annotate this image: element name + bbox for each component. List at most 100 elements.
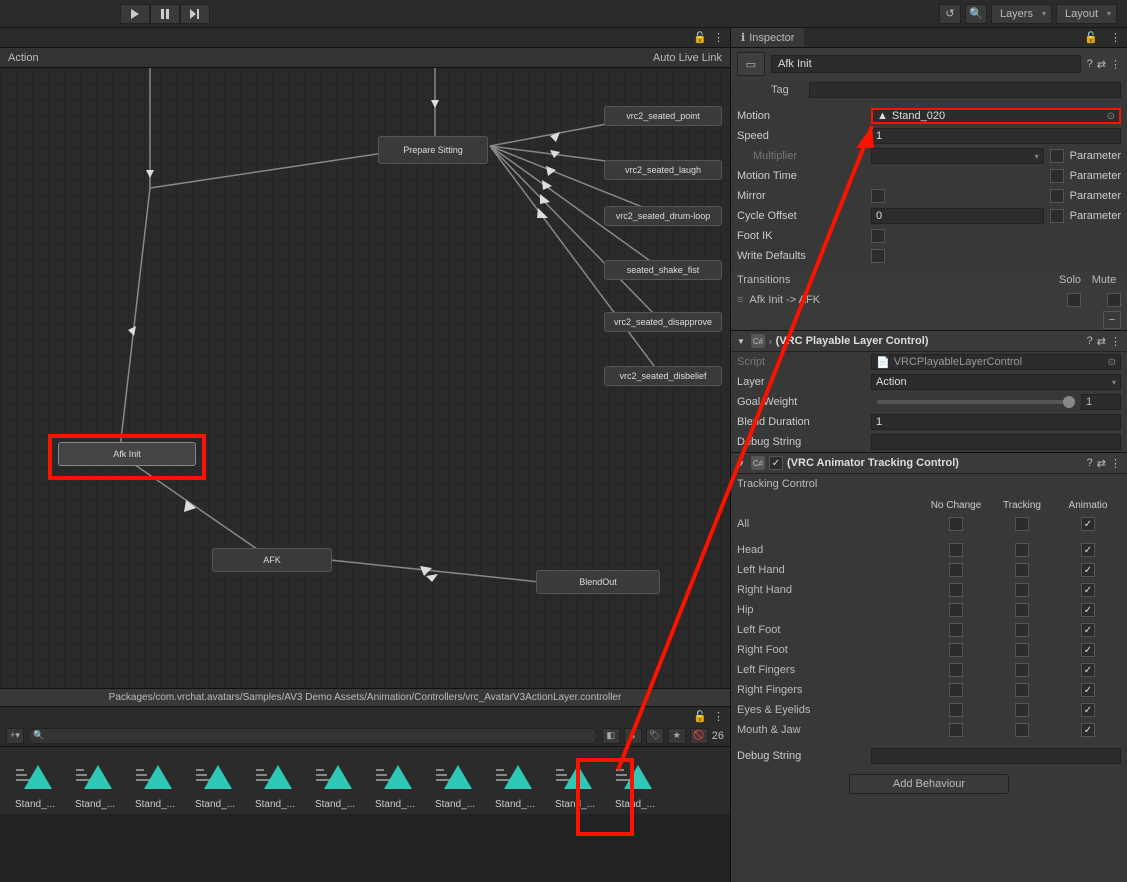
undo-history-icon[interactable]: ↺	[939, 4, 961, 24]
tracking-checkbox[interactable]	[1015, 623, 1029, 637]
write-defaults-checkbox[interactable]	[871, 249, 885, 263]
blend-duration-field[interactable]: 1	[871, 414, 1121, 430]
tracking-checkbox[interactable]: ✓	[1081, 603, 1095, 617]
tracking-checkbox[interactable]	[949, 683, 963, 697]
lock-icon[interactable]: 🔓	[1078, 31, 1104, 44]
remove-transition-button[interactable]: −	[1103, 311, 1121, 329]
asset-item[interactable]: Stand_...	[248, 761, 302, 810]
search-icon[interactable]: 🔍	[965, 4, 987, 24]
node-prepare-sitting[interactable]: Prepare Sitting	[378, 136, 488, 164]
preset-icon[interactable]: ⇄	[1097, 58, 1106, 71]
project-search-input[interactable]	[47, 730, 597, 741]
transition-row[interactable]: ≡ Afk Init -> AFK	[731, 290, 1127, 310]
step-button[interactable]	[180, 4, 210, 24]
lock-icon[interactable]: 🔓	[693, 710, 707, 723]
layout-dropdown[interactable]: Layout	[1056, 4, 1117, 24]
asset-item[interactable]: Stand_...	[488, 761, 542, 810]
tracking-checkbox[interactable]: ✓	[1081, 623, 1095, 637]
motion-field[interactable]: ▲ Stand_020	[871, 108, 1121, 124]
tracking-checkbox[interactable]	[1015, 683, 1029, 697]
tracking-checkbox[interactable]	[1015, 543, 1029, 557]
tracking-checkbox[interactable]: ✓	[1081, 583, 1095, 597]
kebab-icon[interactable]: ⋮	[713, 710, 724, 723]
foldout-icon[interactable]: ▼	[737, 337, 747, 346]
favorite-icon[interactable]: ★	[668, 728, 686, 744]
help-icon[interactable]: ?	[1087, 457, 1093, 469]
asset-item[interactable]: Stand_...	[8, 761, 62, 810]
play-button[interactable]	[120, 4, 150, 24]
tracking-checkbox[interactable]	[949, 623, 963, 637]
mirror-parameter-checkbox[interactable]	[1050, 189, 1064, 203]
inspector-tab[interactable]: ℹ Inspector	[731, 28, 804, 47]
hidden-icon[interactable]: 🚫	[690, 728, 708, 744]
help-icon[interactable]: ?	[1087, 58, 1093, 71]
lock-icon[interactable]: 🔓	[693, 31, 707, 44]
tracking-checkbox[interactable]	[949, 603, 963, 617]
tracking-checkbox[interactable]	[1015, 723, 1029, 737]
mirror-checkbox[interactable]	[871, 189, 885, 203]
tracking-checkbox[interactable]	[949, 723, 963, 737]
transition-mute-checkbox[interactable]	[1107, 293, 1121, 307]
node-seated-laugh[interactable]: vrc2_seated_laugh	[604, 160, 722, 180]
speed-field[interactable]: 1	[871, 128, 1121, 144]
kebab-icon[interactable]: ⋮	[1110, 58, 1121, 71]
motion-time-parameter-checkbox[interactable]	[1050, 169, 1064, 183]
goal-weight-slider[interactable]	[877, 400, 1075, 404]
node-seated-disbelief[interactable]: vrc2_seated_disbelief	[604, 366, 722, 386]
layers-dropdown[interactable]: Layers	[991, 4, 1052, 24]
asset-item[interactable]: Stand_...	[188, 761, 242, 810]
tracking-checkbox[interactable]: ✓	[1081, 663, 1095, 677]
kebab-icon[interactable]: ⋮	[1110, 335, 1121, 348]
help-icon[interactable]: ?	[1087, 335, 1093, 347]
component-header-playable-layer[interactable]: ▼ C# › (VRC Playable Layer Control) ? ⇄ …	[731, 330, 1127, 352]
project-search[interactable]	[28, 728, 598, 744]
animator-layer-tab[interactable]: Action	[8, 52, 39, 64]
tracking-checkbox[interactable]	[949, 663, 963, 677]
animator-graph-canvas[interactable]: Prepare Sitting Afk Init AFK BlendOut vr…	[0, 68, 730, 688]
tracking-checkbox[interactable]: ✓	[1081, 683, 1095, 697]
tracking-checkbox[interactable]: ✓	[1081, 543, 1095, 557]
node-seated-disapprove[interactable]: vrc2_seated_disapprove	[604, 312, 722, 332]
tracking-checkbox[interactable]	[949, 563, 963, 577]
node-seated-drum-loop[interactable]: vrc2_seated_drum-loop	[604, 206, 722, 226]
drag-handle-icon[interactable]: ≡	[737, 294, 743, 306]
tracking-checkbox[interactable]	[1015, 517, 1029, 531]
tracking-checkbox[interactable]	[1015, 663, 1029, 677]
preset-icon[interactable]: ⇄	[1097, 457, 1106, 470]
tracking-checkbox[interactable]	[949, 643, 963, 657]
asset-item[interactable]: Stand_...	[608, 761, 662, 810]
tracking-checkbox[interactable]: ✓	[1081, 723, 1095, 737]
multiplier-field[interactable]	[871, 148, 1044, 164]
asset-item[interactable]: Stand_...	[68, 761, 122, 810]
auto-live-link-button[interactable]: Auto Live Link	[653, 52, 722, 64]
kebab-icon[interactable]: ⋮	[1110, 457, 1121, 470]
preset-icon[interactable]: ⇄	[1097, 335, 1106, 348]
asset-item[interactable]: Stand_...	[128, 761, 182, 810]
transition-solo-checkbox[interactable]	[1067, 293, 1081, 307]
component-enable-checkbox[interactable]: ✓	[769, 456, 783, 470]
node-seated-shake-fist[interactable]: seated_shake_fist	[604, 260, 722, 280]
node-seated-point[interactable]: vrc2_seated_point	[604, 106, 722, 126]
script-field[interactable]: 📄 VRCPlayableLayerControl	[871, 354, 1121, 370]
node-afk-init[interactable]: Afk Init	[58, 442, 196, 466]
tracking-checkbox[interactable]	[1015, 703, 1029, 717]
tracking-checkbox[interactable]: ✓	[1081, 643, 1095, 657]
asset-item[interactable]: Stand_...	[428, 761, 482, 810]
filter-by-type-icon[interactable]: ◧	[602, 728, 620, 744]
asset-item[interactable]: Stand_...	[548, 761, 602, 810]
node-blendout[interactable]: BlendOut	[536, 570, 660, 594]
tracking-checkbox[interactable]	[1015, 563, 1029, 577]
tag-field[interactable]	[809, 82, 1121, 98]
kebab-icon[interactable]: ⋮	[1104, 31, 1127, 44]
cycle-offset-field[interactable]: 0	[871, 208, 1044, 224]
create-dropdown[interactable]: +▾	[6, 728, 24, 744]
layer-dropdown[interactable]: Action	[871, 374, 1121, 390]
pause-button[interactable]	[150, 4, 180, 24]
tracking-checkbox[interactable]: ✓	[1081, 563, 1095, 577]
tracking-checkbox[interactable]	[949, 517, 963, 531]
add-behaviour-button[interactable]: Add Behaviour	[849, 774, 1009, 794]
multiplier-parameter-checkbox[interactable]	[1050, 149, 1064, 163]
goal-weight-value[interactable]: 1	[1081, 394, 1121, 410]
tracking-checkbox[interactable]	[949, 543, 963, 557]
tracking-checkbox[interactable]	[1015, 643, 1029, 657]
